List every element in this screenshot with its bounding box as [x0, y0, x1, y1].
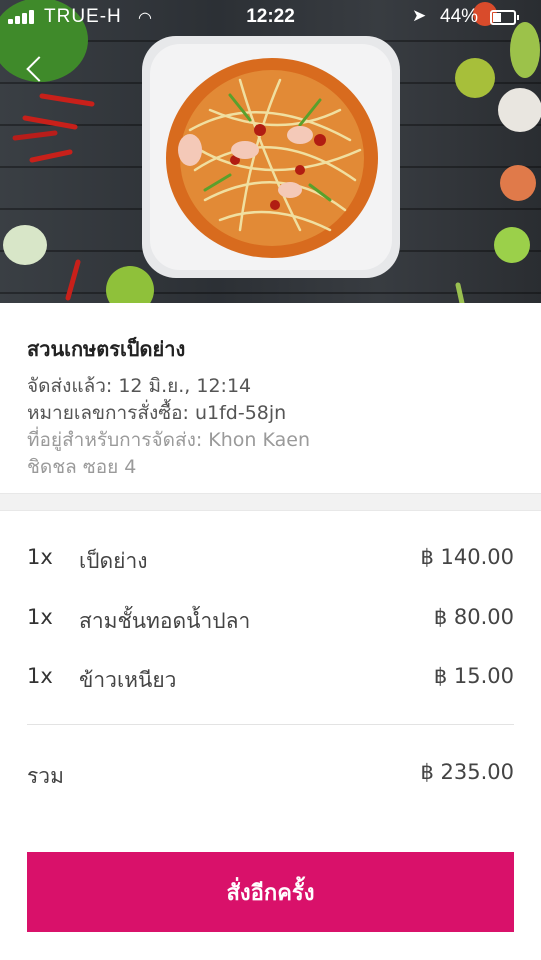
- items-separator: [27, 724, 514, 725]
- restaurant-name: สวนเกษตรเป็ดย่าง: [27, 337, 186, 361]
- status-bar: TRUE-H ◠ 12:22 ➤ 44%: [0, 0, 541, 34]
- delivery-address-line-2: ชิดชล ซอย 4: [27, 456, 137, 478]
- battery-percent: 44%: [440, 6, 479, 27]
- item-price: ฿ 15.00: [433, 664, 514, 688]
- order-info: สวนเกษตรเป็ดย่าง จัดส่งแล้ว: 12 มิ.ย., 1…: [27, 333, 517, 481]
- item-name: สามชั้นทอดน้ำปลา: [79, 608, 251, 633]
- item-quantity: 1x: [27, 664, 53, 688]
- food-photo: [0, 0, 541, 303]
- total-row: รวม ฿ 235.00: [27, 760, 514, 793]
- item-name: เป็ดย่าง: [79, 549, 148, 573]
- battery-icon: [490, 10, 519, 25]
- delivered-time: จัดส่งแล้ว: 12 มิ.ย., 12:14: [27, 375, 252, 397]
- order-item: 1x เป็ดย่าง ฿ 140.00: [27, 535, 514, 595]
- item-quantity: 1x: [27, 545, 53, 569]
- reorder-button[interactable]: สั่งอีกครั้ง: [27, 852, 514, 932]
- delivery-address: ที่อยู่สำหรับการจัดส่ง: Khon Kaen: [27, 429, 310, 451]
- order-number: หมายเลขการสั่งซื้อ: u1fd-58jn: [27, 402, 287, 424]
- battery-fill: [493, 13, 501, 22]
- total-value: ฿ 235.00: [420, 760, 514, 784]
- item-name: ข้าวเหนียว: [79, 668, 177, 692]
- location-arrow-icon: ➤: [412, 6, 427, 25]
- order-items-list: 1x เป็ดย่าง ฿ 140.00 1x สามชั้นทอดน้ำปลา…: [27, 535, 514, 714]
- order-item: 1x สามชั้นทอดน้ำปลา ฿ 80.00: [27, 595, 514, 655]
- item-price: ฿ 140.00: [420, 545, 514, 569]
- item-price: ฿ 80.00: [433, 604, 514, 629]
- hero-food-image: TRUE-H ◠ 12:22 ➤ 44%: [0, 0, 541, 303]
- section-divider: [0, 493, 541, 511]
- total-label: รวม: [27, 764, 64, 788]
- back-button[interactable]: [20, 52, 54, 90]
- bottom-action-bar: สั่งอีกครั้ง: [0, 825, 541, 960]
- item-quantity: 1x: [27, 604, 53, 629]
- order-item: 1x ข้าวเหนียว ฿ 15.00: [27, 654, 514, 714]
